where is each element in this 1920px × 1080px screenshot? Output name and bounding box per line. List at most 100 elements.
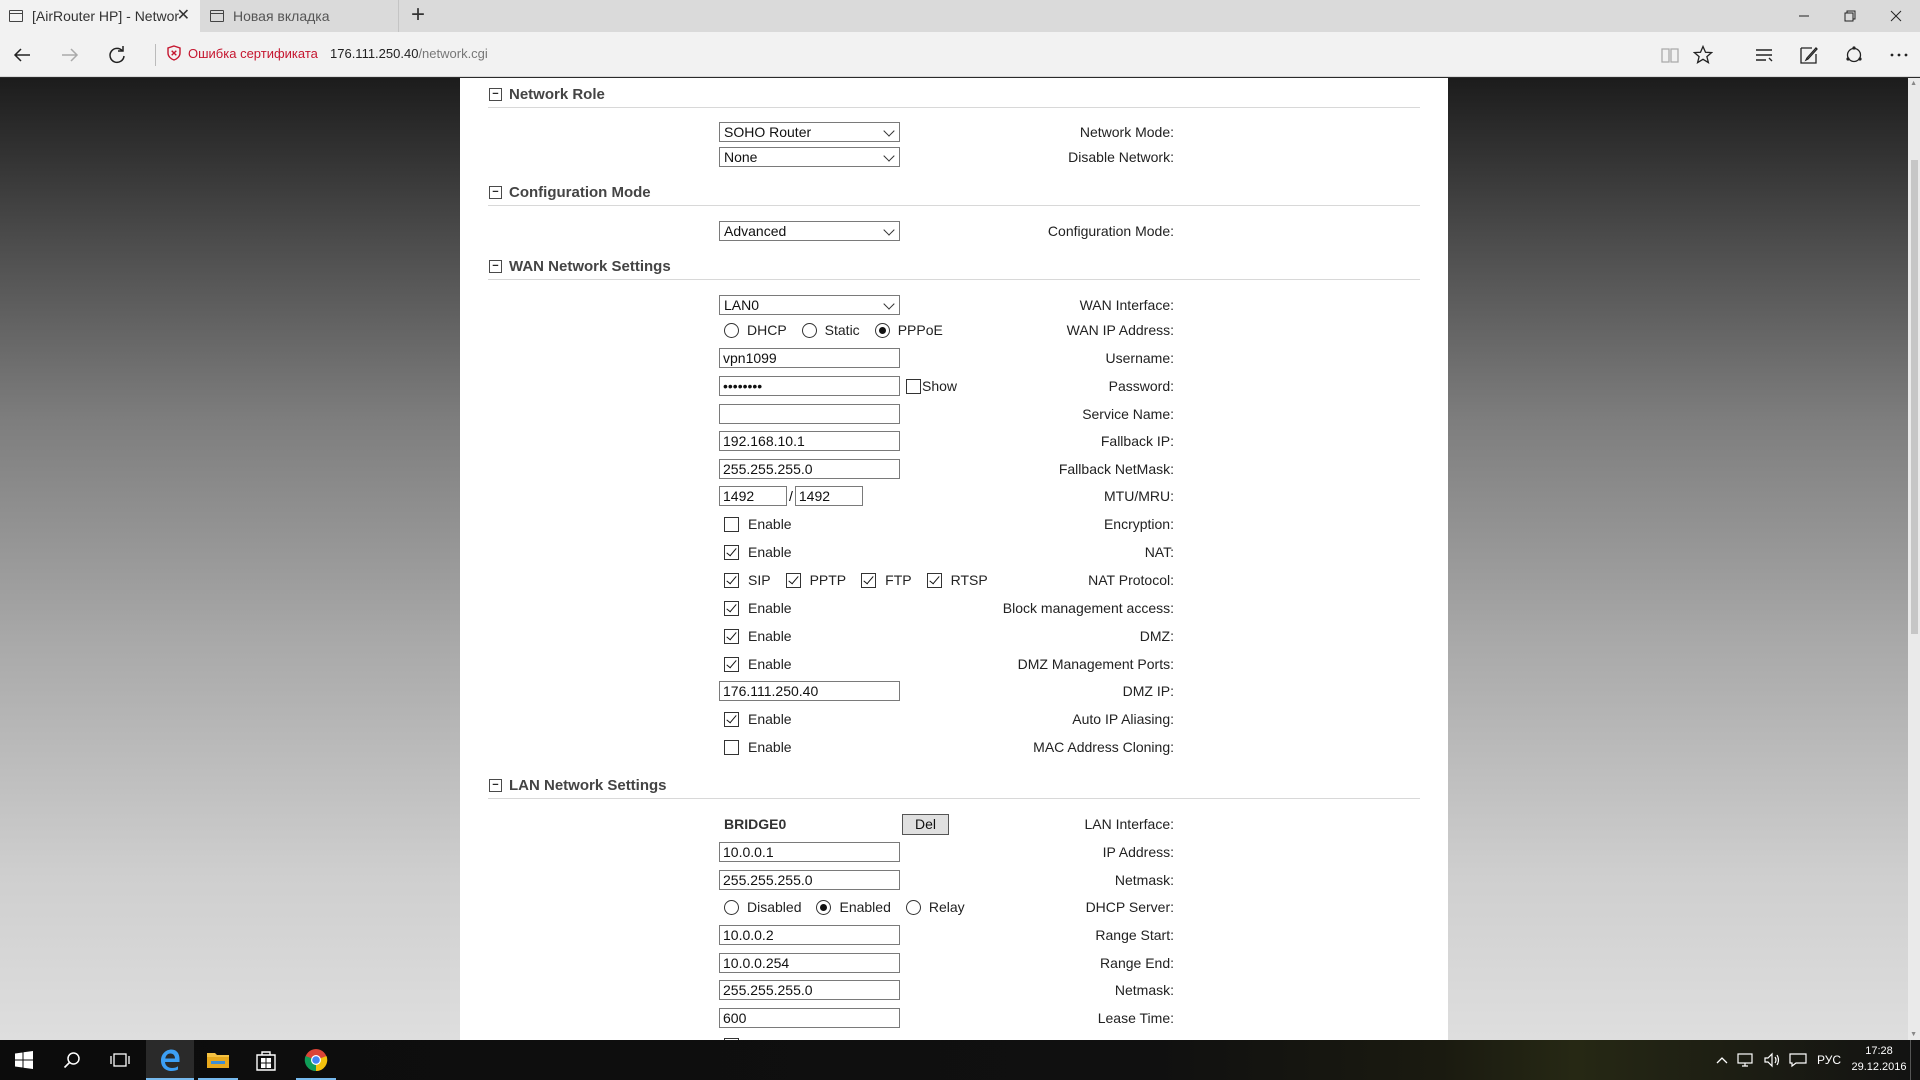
clock[interactable]: 17:28 29.12.2016 <box>1848 1043 1910 1075</box>
field-label: DMZ IP: <box>1122 683 1174 699</box>
radio-dhcp-relay[interactable] <box>905 899 921 915</box>
field-label: Encryption: <box>1103 516 1174 532</box>
collapse-icon[interactable]: − <box>489 260 502 273</box>
close-window-button[interactable] <box>1873 0 1919 32</box>
fallback-ip-input[interactable]: 192.168.10.1 <box>719 431 900 451</box>
show-password-checkbox[interactable] <box>906 378 921 394</box>
lan-netmask-input[interactable]: 255.255.255.0 <box>719 870 900 890</box>
collapse-icon[interactable]: − <box>489 186 502 199</box>
lan-ip-input[interactable]: 10.0.0.1 <box>719 842 900 862</box>
task-view-button[interactable] <box>96 1040 144 1080</box>
refresh-button[interactable] <box>102 40 132 70</box>
tab-airrouter[interactable]: [AirRouter HP] - Networ ✕ <box>0 0 200 32</box>
mac-cloning-checkbox[interactable] <box>724 739 739 755</box>
taskbar-store[interactable] <box>242 1040 290 1080</box>
username-input[interactable]: vpn1099 <box>719 348 900 368</box>
new-tab-button[interactable]: + <box>406 3 430 28</box>
radio-dhcp-enabled[interactable] <box>816 899 832 915</box>
collapse-icon[interactable]: − <box>489 88 502 101</box>
radio-static[interactable] <box>801 322 817 338</box>
radio-pppoe[interactable] <box>874 322 890 338</box>
scroll-thumb[interactable] <box>1911 160 1918 634</box>
row-service-name: Service Name: <box>460 403 1448 425</box>
auto-ip-aliasing-checkbox[interactable] <box>724 711 739 727</box>
section-configuration-mode[interactable]: − Configuration Mode <box>488 182 1420 206</box>
dmz-checkbox[interactable] <box>724 628 739 644</box>
close-icon[interactable]: ✕ <box>177 8 190 24</box>
chevron-down-icon <box>883 224 895 236</box>
radio-dhcp-disabled[interactable] <box>724 899 739 915</box>
password-input[interactable]: •••••••• <box>719 376 900 396</box>
dmz-ip-input[interactable]: 176.111.250.40 <box>719 681 900 701</box>
tab-title: [AirRouter HP] - Networ <box>32 8 180 24</box>
nat-checkbox[interactable] <box>724 544 739 560</box>
url-path: /network.cgi <box>418 46 488 61</box>
section-lan-settings[interactable]: − LAN Network Settings <box>488 775 1420 799</box>
more-button[interactable] <box>1884 40 1914 70</box>
taskbar-file-explorer[interactable] <box>194 1040 242 1080</box>
dhcp-netmask-input[interactable]: 255.255.255.0 <box>719 980 900 1000</box>
option-label: Enable <box>748 739 792 755</box>
field-label: Network Mode: <box>1079 124 1174 140</box>
arrow-right-icon <box>62 48 79 62</box>
configuration-mode-select[interactable]: Advanced <box>719 221 900 241</box>
show-hidden-icons[interactable] <box>1712 1040 1732 1080</box>
field-label: Lease Time: <box>1097 1010 1174 1026</box>
hub-button[interactable] <box>1749 40 1779 70</box>
block-management-checkbox[interactable] <box>724 600 739 616</box>
share-button[interactable] <box>1839 40 1869 70</box>
mtu-input[interactable]: 1492 <box>719 486 787 506</box>
option-label: Enabled <box>839 899 891 915</box>
range-end-input[interactable]: 10.0.0.254 <box>719 953 900 973</box>
radio-dhcp[interactable] <box>724 322 739 338</box>
lease-time-input[interactable]: 600 <box>719 1008 900 1028</box>
section-network-role[interactable]: − Network Role <box>488 84 1420 108</box>
nat-pptp-checkbox[interactable] <box>785 572 801 588</box>
scroll-up-icon[interactable]: ▲ <box>1910 80 1917 87</box>
start-button[interactable] <box>0 1040 48 1080</box>
restore-button[interactable] <box>1827 0 1873 32</box>
dmz-ports-checkbox[interactable] <box>724 656 739 672</box>
section-title: Configuration Mode <box>509 184 651 201</box>
language-indicator[interactable]: РУС <box>1812 1040 1846 1080</box>
minimize-button[interactable] <box>1781 0 1827 32</box>
tab-new[interactable]: Новая вкладка <box>201 0 399 32</box>
nat-sip-checkbox[interactable] <box>724 572 739 588</box>
notification-tray[interactable] <box>1786 1040 1810 1080</box>
field-label: Netmask: <box>1114 872 1174 888</box>
favorite-button[interactable] <box>1688 40 1718 70</box>
mru-input[interactable]: 1492 <box>794 486 863 506</box>
taskbar-edge[interactable] <box>146 1040 194 1080</box>
taskbar-chrome[interactable] <box>292 1040 340 1080</box>
disable-network-select[interactable]: None <box>719 147 900 167</box>
reading-view-button[interactable] <box>1655 40 1685 70</box>
option-label: Enable <box>748 544 792 560</box>
encryption-checkbox[interactable] <box>724 516 739 532</box>
show-desktop-button[interactable] <box>1910 1040 1920 1080</box>
network-mode-select[interactable]: SOHO Router <box>719 122 900 142</box>
section-wan-settings[interactable]: − WAN Network Settings <box>488 256 1420 280</box>
back-button[interactable] <box>7 40 37 70</box>
search-button[interactable] <box>48 1040 96 1080</box>
web-note-button[interactable] <box>1794 40 1824 70</box>
navigation-bar: Ошибка сертификата 176.111.250.40/networ… <box>0 32 1920 77</box>
chevron-down-icon <box>883 298 895 310</box>
scroll-down-icon[interactable]: ▼ <box>1910 1031 1917 1038</box>
nat-rtsp-checkbox[interactable] <box>926 572 942 588</box>
certificate-warning[interactable]: Ошибка сертификата <box>166 45 318 61</box>
nat-ftp-checkbox[interactable] <box>861 572 877 588</box>
address-field[interactable]: 176.111.250.40/network.cgi <box>330 46 488 61</box>
forward-button[interactable] <box>55 40 85 70</box>
delete-button[interactable]: Del <box>902 813 950 835</box>
field-label: Fallback NetMask: <box>1058 461 1174 477</box>
fallback-netmask-input[interactable]: 255.255.255.0 <box>719 459 900 479</box>
volume-tray[interactable] <box>1760 1040 1784 1080</box>
collapse-icon[interactable]: − <box>489 779 502 792</box>
field-label: Auto IP Aliasing: <box>1072 711 1174 727</box>
network-tray[interactable] <box>1734 1040 1758 1080</box>
row-dhcp-netmask: Netmask: 255.255.255.0 <box>460 979 1448 1001</box>
service-name-input[interactable] <box>719 404 900 424</box>
wan-interface-select[interactable]: LAN0 <box>719 295 900 315</box>
range-start-input[interactable]: 10.0.0.2 <box>719 925 900 945</box>
scrollbar[interactable]: ▲ ▼ <box>1908 78 1920 1040</box>
